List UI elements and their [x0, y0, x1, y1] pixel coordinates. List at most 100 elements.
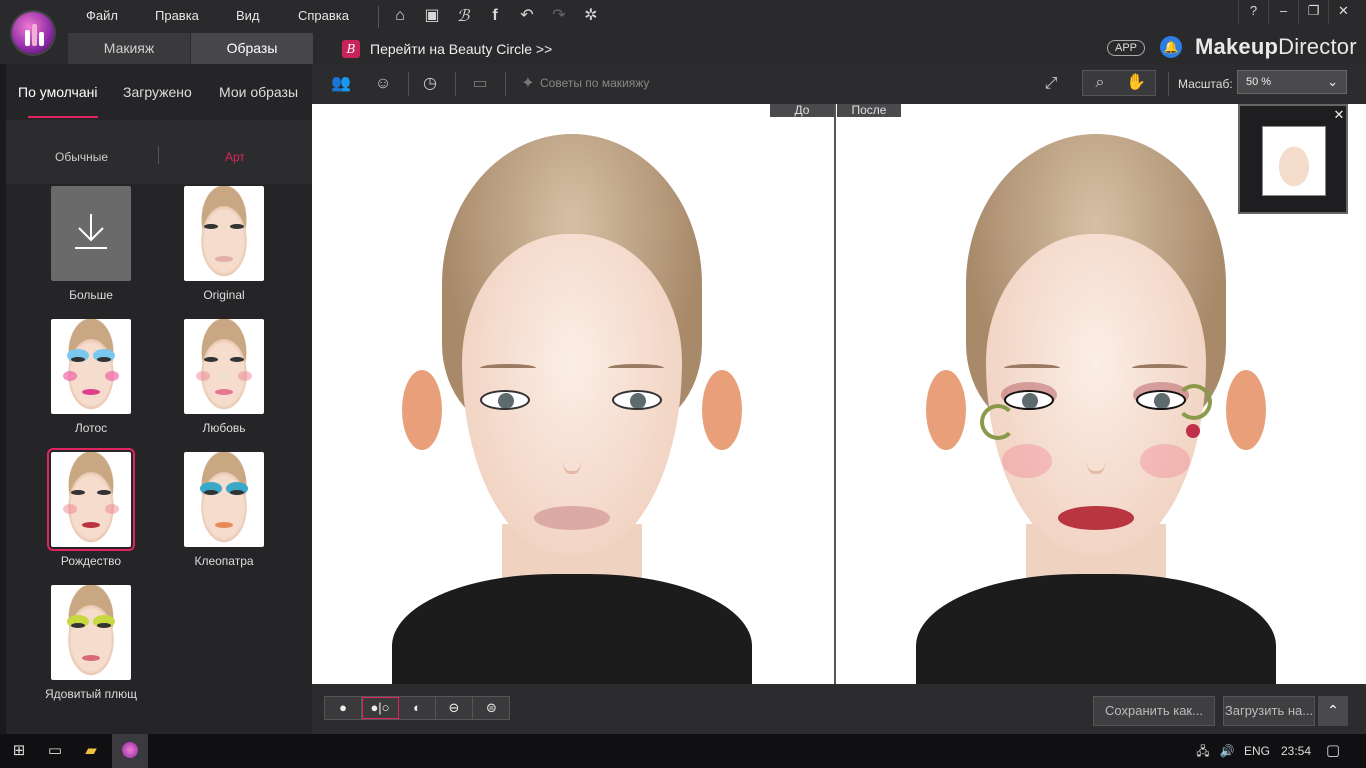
settings-icon[interactable]: ✲ — [580, 6, 602, 26]
language-indicator[interactable]: ENG — [1244, 744, 1270, 758]
zoom-label: Масштаб: — [1178, 77, 1233, 91]
taskbar-makeup-director[interactable] — [112, 734, 148, 768]
looks-grid: Больше Original Лотос Любовь Рождество К… — [6, 184, 312, 734]
subtab-regular[interactable]: Обычные — [55, 150, 108, 164]
photo-canvas[interactable]: До После — [312, 104, 1366, 684]
split-divider[interactable] — [834, 104, 836, 684]
notification-bell-icon[interactable]: 🔔 — [1160, 36, 1182, 58]
after-photo — [916, 134, 1276, 684]
divider — [455, 72, 456, 96]
look-poison-ivy[interactable] — [51, 585, 131, 680]
tab-makeup[interactable]: Макияж — [68, 33, 190, 64]
face-detect-icon[interactable]: ☺ — [370, 72, 396, 96]
after-label: После — [837, 104, 901, 117]
top-bottom-view-icon[interactable]: ⊖ — [436, 697, 473, 719]
look-love[interactable] — [184, 319, 264, 414]
compare-faces-icon[interactable]: 👥 — [328, 72, 354, 96]
download-icon — [75, 214, 107, 249]
save-as-button[interactable]: Сохранить как... — [1093, 696, 1215, 726]
beauty-circle-icon[interactable]: ℬ — [452, 6, 474, 26]
look-christmas[interactable] — [47, 448, 135, 551]
look-label: Ядовитый плющ — [45, 687, 137, 701]
looks-subtabs: Обычные Арт — [6, 120, 312, 184]
app-logo-icon — [122, 742, 138, 758]
menu-help[interactable]: Справка — [298, 8, 349, 23]
look-lotus[interactable] — [51, 319, 131, 414]
more-looks-button[interactable] — [51, 186, 131, 281]
help-button[interactable]: ? — [1238, 0, 1268, 24]
file-explorer-icon[interactable]: ▰ — [80, 741, 102, 761]
divider — [505, 72, 506, 96]
side-by-side-view-icon[interactable]: ●|○ — [362, 697, 399, 719]
brand-title: MakeupDirector — [1195, 34, 1357, 60]
close-icon[interactable]: ✕ — [1332, 108, 1346, 122]
app-button[interactable]: APP — [1107, 40, 1145, 56]
history-icon[interactable]: ◷ — [417, 72, 443, 96]
save-icon[interactable]: ▣ — [421, 6, 443, 26]
look-cleopatra[interactable] — [184, 452, 264, 547]
view-mode-group: ● ●|○ ◐ ⊖ ⊜ — [324, 696, 510, 720]
fullscreen-icon[interactable]: ⤢ — [1038, 72, 1064, 96]
single-view-icon[interactable]: ● — [325, 697, 362, 719]
zoom-value: 50 % — [1246, 76, 1272, 88]
close-button[interactable]: ✕ — [1328, 0, 1358, 24]
beauty-circle-badge-icon[interactable]: B — [342, 40, 360, 58]
expand-up-button[interactable]: ⌃ — [1318, 696, 1348, 726]
divider — [378, 6, 379, 28]
minimize-button[interactable]: – — [1268, 0, 1298, 24]
split-vertical-view-icon[interactable]: ◐ — [399, 697, 436, 719]
subtab-art[interactable]: Арт — [225, 150, 245, 164]
home-icon[interactable]: ⌂ — [389, 6, 411, 26]
look-label: Больше — [69, 288, 113, 302]
network-icon[interactable]: 🖧 — [1192, 741, 1214, 761]
beauty-circle-link[interactable]: Перейти на Beauty Circle >> — [370, 41, 552, 57]
task-view-icon[interactable]: ▭ — [44, 741, 66, 761]
makeup-tips-button[interactable]: Советы по макияжу — [540, 76, 649, 90]
split-horizontal-view-icon[interactable]: ⊜ — [473, 697, 510, 719]
volume-icon[interactable]: 🔊 — [1216, 741, 1238, 761]
makeup-tips-icon[interactable]: ✦ — [515, 72, 541, 96]
zoom-tools: ⌕ ✋ — [1082, 70, 1156, 96]
zoom-icon[interactable]: ⌕ — [1087, 71, 1113, 95]
tab-my-looks[interactable]: Мои образы — [219, 84, 298, 100]
pan-hand-icon[interactable]: ✋ — [1123, 71, 1149, 95]
zoom-select[interactable]: 50 % ⌄ — [1237, 70, 1347, 94]
divider — [1168, 72, 1169, 96]
tab-looks[interactable]: Образы — [191, 33, 313, 64]
facebook-icon[interactable]: f — [484, 6, 506, 26]
tab-default[interactable]: По умолчані — [18, 84, 97, 100]
menu-view[interactable]: Вид — [236, 8, 260, 23]
brand-name-bold: Makeup — [1195, 34, 1279, 59]
redo-icon[interactable]: ↷ — [548, 6, 570, 26]
look-label: Клеопатра — [194, 554, 254, 568]
title-bar: Файл Правка Вид Справка ⌂ ▣ ℬ f ↶ ↷ ✲ ? … — [0, 0, 1366, 64]
tab-downloaded[interactable]: Загружено — [123, 84, 192, 100]
looks-panel: По умолчані Загружено Мои образы Обычные… — [6, 64, 312, 734]
chevron-down-icon: ⌄ — [1327, 74, 1338, 89]
brand-name-rest: Director — [1278, 34, 1357, 59]
windows-taskbar: ⊞ ▭ ▰ 🖧 🔊 ENG 23:54 ▢ — [0, 734, 1366, 768]
screen-icon[interactable]: ▭ — [467, 72, 493, 96]
windows-start-icon[interactable]: ⊞ — [8, 741, 30, 761]
look-label: Лотос — [74, 421, 108, 435]
makeup-director-window: Файл Правка Вид Справка ⌂ ▣ ℬ f ↶ ↷ ✲ ? … — [0, 0, 1366, 768]
editor-toolbar: 👥 ☺ ◷ ▭ ✦ Советы по макияжу ⤢ ⌕ ✋ Масшта… — [312, 64, 1366, 104]
upload-to-button[interactable]: Загрузить на... — [1223, 696, 1315, 726]
menu-file[interactable]: Файл — [86, 8, 118, 23]
app-logo-icon — [12, 12, 54, 54]
divider — [158, 146, 159, 164]
look-label: Рождество — [60, 554, 122, 568]
look-label: Original — [203, 288, 245, 302]
menu-edit[interactable]: Правка — [155, 8, 199, 23]
before-photo — [392, 134, 752, 684]
notifications-icon[interactable]: ▢ — [1322, 741, 1344, 761]
restore-button[interactable]: ❐ — [1298, 0, 1328, 24]
clock[interactable]: 23:54 — [1281, 744, 1311, 758]
active-tab-indicator — [28, 116, 98, 118]
look-label: Любовь — [202, 421, 246, 435]
undo-icon[interactable]: ↶ — [516, 6, 538, 26]
navigator-thumbnail[interactable]: ✕ — [1238, 104, 1348, 214]
before-label: До — [770, 104, 834, 117]
divider — [408, 72, 409, 96]
look-original[interactable] — [184, 186, 264, 281]
